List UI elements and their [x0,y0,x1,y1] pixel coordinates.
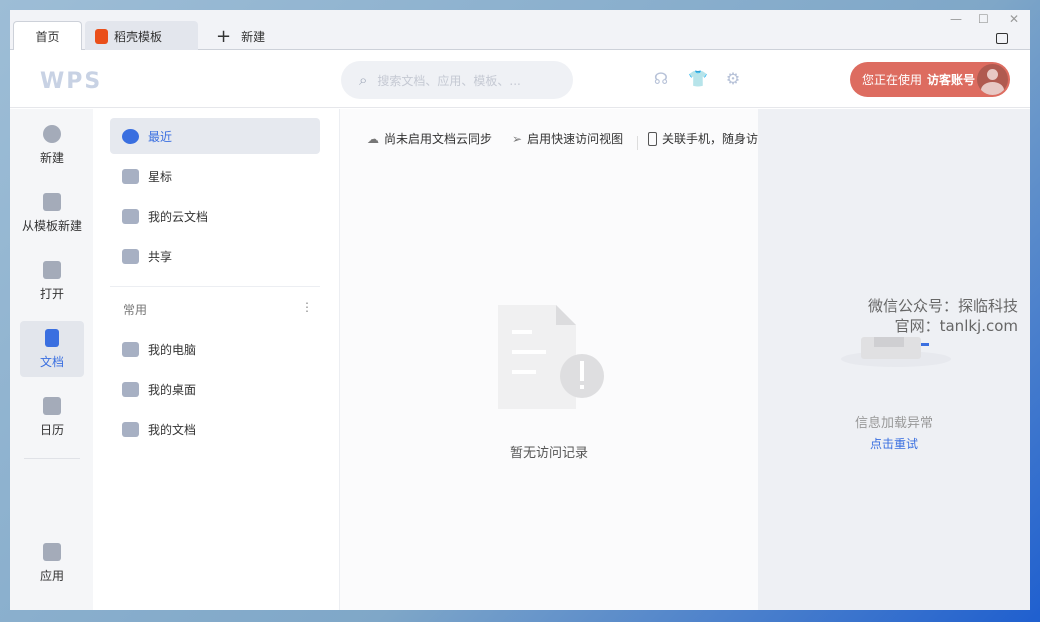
nav-label: 我的电脑 [148,342,197,357]
rail-label: 打开 [39,286,64,301]
plus-icon: + [216,25,232,47]
desktop-icon [122,381,139,397]
docer-icon [95,28,108,44]
minimize-button[interactable]: — [950,12,962,26]
nav-label: 最近 [148,129,173,144]
apps-icon [43,542,61,561]
retry-link[interactable]: 点击重试 [758,435,1030,452]
nav-my-desktop[interactable]: 我的桌面 [110,371,320,407]
calendar-icon [43,396,61,415]
section-common: 常用 [123,303,148,317]
quick-access-button[interactable]: ➢ 启用快速访问视图 [512,130,623,147]
nav-my-documents[interactable]: 我的文档 [110,411,320,447]
rail-documents[interactable]: 文档 [20,321,84,377]
plus-circle-icon [43,124,61,143]
link-phone-button[interactable]: 关联手机，随身访 [648,130,758,147]
account-button[interactable]: 您正在使用 访客账号 [850,62,1010,97]
quick-label: 尚未启用文档云同步 [384,132,493,146]
right-panel: 信息加载异常 点击重试 [758,109,1030,610]
load-error-text: 信息加载异常 [854,416,933,431]
nav-shared[interactable]: 共享 [110,238,320,274]
watermark-line: 微信公众号：探临科技 [868,297,1019,315]
rail-label: 日历 [39,422,64,437]
nav-label: 星标 [148,169,173,184]
header: WPS ⌕ 搜索文档、应用、模板、... ☊ 👕 ⚙ 您正在使用 访客账号 [10,50,1030,108]
account-prefix: 您正在使用 [862,73,923,87]
tab-label: 新建 [241,29,266,44]
close-button[interactable]: ✕ [1009,12,1019,26]
nav-label: 共享 [148,249,173,264]
rail-from-template[interactable]: 从模板新建 [17,185,87,241]
main-content: ☁ 尚未启用文档云同步 ➢ 启用快速访问视图 关联手机，随身访 暂无访问记录 [340,109,758,610]
tab-home[interactable]: 首页 [13,21,82,51]
empty-message: 暂无访问记录 [509,446,588,461]
rail-apps[interactable]: 应用 [20,535,84,591]
avatar [977,64,1008,95]
search-placeholder: 搜索文档、应用、模板、... [377,73,521,88]
phone-icon [648,131,657,146]
nav-starred[interactable]: 星标 [110,158,320,194]
divider [24,458,80,459]
star-icon [122,168,139,184]
quick-label: 关联手机，随身访 [661,132,758,146]
nav-label: 我的文档 [148,422,197,437]
rail-label: 文档 [39,354,64,369]
headset-icon[interactable]: ☊ [652,70,670,88]
users-icon [122,248,139,264]
folder-icon [43,260,61,279]
search-icon: ⌕ [359,71,368,89]
watermark: 微信公众号：探临科技官网：tanlkj.com [868,296,1018,336]
template-icon [43,192,61,211]
rail-label: 应用 [39,568,64,583]
cube-icon [122,208,139,224]
rail-label: 新建 [39,150,64,165]
watermark-line: 官网：tanlkj.com [894,317,1019,335]
account-name: 访客账号 [927,73,976,87]
rail-open[interactable]: 打开 [20,253,84,309]
tab-label: 首页 [35,30,60,44]
rail-calendar[interactable]: 日历 [20,389,84,445]
skin-icon[interactable]: 👕 [688,70,708,88]
left-rail: 新建 从模板新建 打开 文档 日历 应用 [10,109,93,610]
nav-recent[interactable]: 最近 [110,118,320,154]
sidebar-toggle-icon[interactable] [996,33,1008,44]
wps-logo: WPS [40,69,103,94]
nav-cloud-docs[interactable]: 我的云文档 [110,198,320,234]
nav-label: 我的云文档 [148,209,209,224]
search-input[interactable]: ⌕ 搜索文档、应用、模板、... [341,61,573,99]
folder-icon [122,421,139,437]
new-tab-button[interactable]: + 新建 [216,21,265,51]
clock-icon [122,128,139,144]
paper-plane-icon: ➢ [512,131,523,146]
empty-document-illustration [498,305,604,409]
maximize-button[interactable]: ☐ [978,12,989,26]
cloud-sync-button[interactable]: ☁ 尚未启用文档云同步 [367,130,492,147]
nav-my-computer[interactable]: 我的电脑 [110,331,320,367]
divider [110,286,320,287]
computer-icon [122,341,139,357]
nav-panel: 最近 星标 我的云文档 共享 常用 ⋮ 我的电脑 我的桌面 我的文档 [93,109,340,610]
more-icon[interactable]: ⋮ [301,300,313,314]
gear-icon[interactable]: ⚙ [724,70,742,88]
nav-label: 我的桌面 [148,382,197,397]
quick-label: 启用快速访问视图 [527,132,624,146]
cloud-icon: ☁ [367,131,379,146]
rail-label: 从模板新建 [21,218,82,233]
document-icon [45,328,59,347]
tab-template[interactable]: 稻壳模板 [85,21,198,51]
tab-label: 稻壳模板 [114,29,163,44]
rail-new[interactable]: 新建 [20,117,84,173]
divider [637,136,638,150]
tab-bar: 首页 稻壳模板 + 新建 — ☐ ✕ [10,10,1030,51]
